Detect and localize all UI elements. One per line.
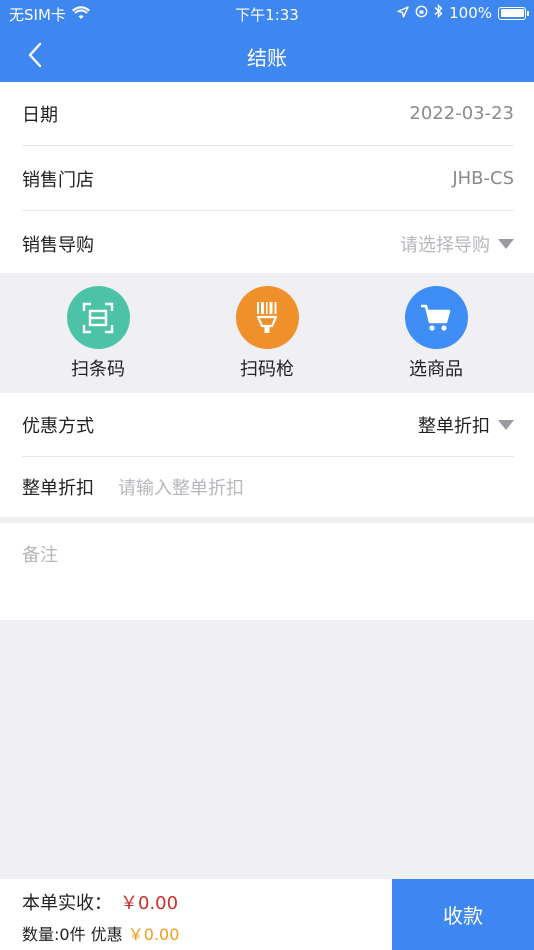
sales-guide-row[interactable]: 销售导购 请选择导购	[22, 212, 514, 276]
scan-barcode-button[interactable]: 扫条码	[53, 286, 143, 381]
rotation-lock-icon	[415, 4, 428, 22]
scan-gun-button[interactable]: 扫码枪	[222, 286, 312, 381]
dropdown-arrow-icon	[498, 239, 514, 249]
discount-method-label: 优惠方式	[22, 415, 94, 437]
location-icon	[397, 4, 409, 22]
discount-method-select[interactable]: 整单折扣	[418, 412, 514, 438]
date-value: 2022-03-23	[409, 103, 514, 124]
sales-guide-label: 销售导购	[22, 235, 94, 256]
discount-section: 优惠方式 整单折扣 整单折扣 请输入整单折扣	[0, 393, 534, 517]
page-title: 结账	[247, 46, 287, 70]
date-row: 日期 2022-03-23	[22, 82, 514, 146]
quantity-text: 数量:0件 优惠	[22, 925, 123, 944]
store-row: 销售门店 JHB-CS	[22, 147, 514, 211]
store-label: 销售门店	[22, 169, 94, 191]
discount-amount: ￥0.00	[127, 925, 180, 944]
nav-bar: 结账	[0, 28, 534, 82]
discount-rate-label: 整单折扣	[22, 477, 94, 499]
remark-placeholder: 备注	[22, 545, 58, 566]
discount-method-row[interactable]: 优惠方式 整单折扣	[22, 393, 514, 457]
discount-method-value: 整单折扣	[418, 415, 490, 437]
select-product-label: 选商品	[409, 359, 463, 380]
discount-rate-row: 整单折扣 请输入整单折扣	[22, 456, 514, 517]
status-bar: 无SIM卡 下午1:33 100%	[0, 0, 534, 28]
discount-rate-input[interactable]: 请输入整单折扣	[118, 474, 244, 500]
received-amount: 本单实收： ￥0.00	[22, 889, 178, 915]
sales-guide-placeholder: 请选择导购	[400, 235, 490, 256]
scanner-gun-icon	[235, 286, 299, 349]
store-value: JHB-CS	[452, 168, 514, 189]
remark-field[interactable]: 备注	[0, 523, 534, 620]
bluetooth-icon	[434, 3, 443, 22]
scan-barcode-label: 扫条码	[71, 359, 125, 380]
select-product-button[interactable]: 选商品	[391, 286, 481, 381]
scan-gun-label: 扫码枪	[240, 359, 294, 380]
received-value: ￥0.00	[120, 893, 179, 914]
shopping-cart-icon	[404, 286, 468, 349]
order-info-section: 日期 2022-03-23 销售门店 JHB-CS 销售导购 请选择导购	[0, 82, 534, 273]
scan-barcode-icon	[66, 286, 130, 349]
quantity-summary: 数量:0件 优惠 ￥0.00	[22, 921, 179, 945]
battery-icon	[498, 6, 529, 20]
collect-payment-button[interactable]: 收款	[392, 879, 534, 950]
sales-guide-select[interactable]: 请选择导购	[400, 231, 514, 257]
received-label: 本单实收：	[22, 893, 112, 914]
battery-percent: 100%	[449, 4, 492, 22]
action-bar: 扫条码 扫码枪 选商品	[0, 273, 534, 393]
checkout-footer: 本单实收： ￥0.00 数量:0件 优惠 ￥0.00 收款	[0, 879, 534, 950]
dropdown-arrow-icon	[498, 419, 514, 430]
date-label: 日期	[22, 104, 58, 126]
